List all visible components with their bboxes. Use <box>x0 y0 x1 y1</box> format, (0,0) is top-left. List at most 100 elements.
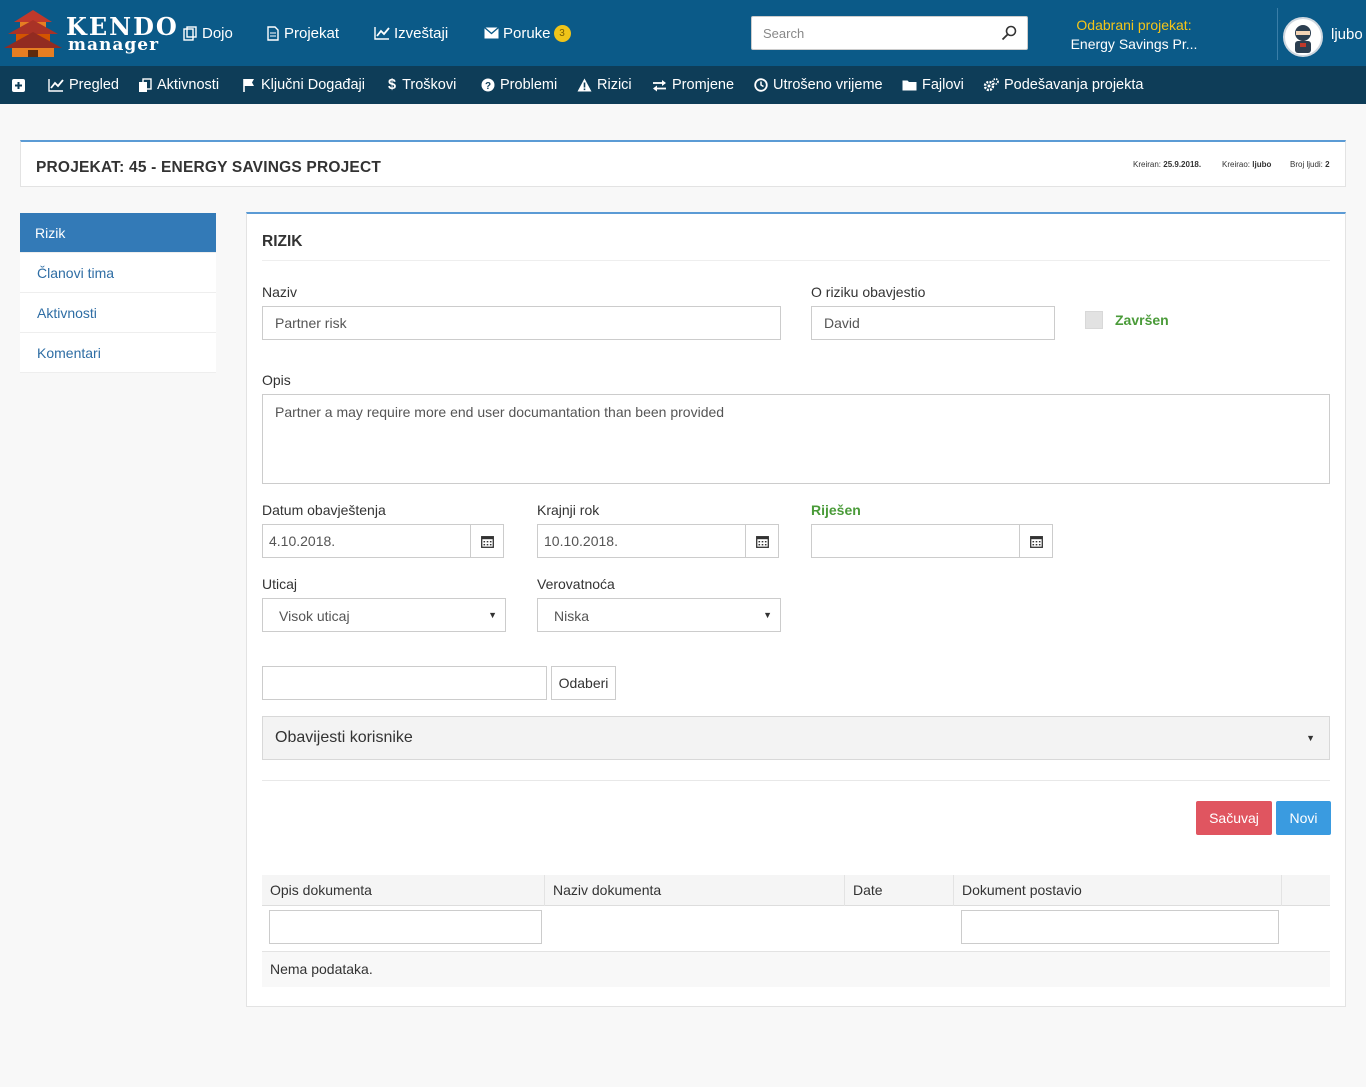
chevron-down-icon: ▼ <box>1306 733 1315 743</box>
rijesen-datepicker[interactable] <box>811 524 1053 558</box>
column-header-naziv-dokumenta[interactable]: Naziv dokumenta <box>545 875 845 906</box>
file-select-input[interactable] <box>262 666 547 700</box>
line-chart-icon <box>48 79 64 92</box>
column-header-dokument-postavio[interactable]: Dokument postavio <box>954 875 1282 906</box>
project-created: Kreiran: 25.9.2018. <box>1133 160 1201 169</box>
reporter-input[interactable] <box>811 306 1055 340</box>
left-menu-clanovi-tima[interactable]: Članovi tima <box>20 253 216 293</box>
nav-projekat-label: Projekat <box>284 24 340 42</box>
zavrsen-checkbox[interactable] <box>1085 311 1103 329</box>
calendar-icon <box>1029 535 1043 548</box>
subnav-kljucni-dogadjaji[interactable]: Ključni Događaji <box>242 66 365 104</box>
verovatnoca-label: Verovatnoća <box>537 576 615 592</box>
filter-opis-input[interactable] <box>269 910 542 944</box>
new-button[interactable]: Novi <box>1276 801 1331 835</box>
chevron-down-icon: ▼ <box>488 610 497 620</box>
subnav-rizici[interactable]: Rizici <box>577 66 632 104</box>
subnav-podesavanja[interactable]: Podešavanja projekta <box>983 66 1143 104</box>
created-label: Kreiran: <box>1133 160 1162 169</box>
people-value: 2 <box>1325 160 1330 169</box>
divider <box>1277 8 1278 60</box>
nav-projekat[interactable]: Projekat <box>266 0 339 66</box>
dollar-icon: $ <box>388 77 397 93</box>
documents-grid: Opis dokumenta Naziv dokumenta Date Doku… <box>262 875 1330 987</box>
divider <box>262 780 1330 781</box>
uticaj-select[interactable]: Visok uticaj ▼ <box>262 598 506 632</box>
nav-dojo-label: Dojo <box>202 24 233 42</box>
user-name[interactable]: ljubo <box>1331 26 1363 43</box>
save-button[interactable]: Sačuvaj <box>1196 801 1272 835</box>
left-menu-rizik[interactable]: Rizik <box>20 213 216 253</box>
subnav-fajlovi-label: Fajlovi <box>922 77 964 93</box>
exchange-icon <box>653 79 666 91</box>
uticaj-label: Uticaj <box>262 576 298 592</box>
cogs-icon <box>983 78 999 92</box>
rok-value[interactable]: 10.10.2018. <box>538 525 745 557</box>
grid-empty-message: Nema podataka. <box>262 952 1330 987</box>
left-menu-komentari[interactable]: Komentari <box>20 333 216 373</box>
form-title: RIZIK <box>262 233 303 250</box>
rijesen-value[interactable] <box>812 525 1019 557</box>
svg-text:?: ? <box>485 81 491 92</box>
subnav-rizici-label: Rizici <box>597 77 632 93</box>
page-title: PROJEKAT: 45 - ENERGY SAVINGS PROJECT <box>36 159 382 176</box>
project-people: Broj ljudi: 2 <box>1290 160 1330 169</box>
add-button[interactable] <box>12 66 30 104</box>
subnav-aktivnosti-label: Aktivnosti <box>157 77 220 93</box>
column-header-date[interactable]: Date <box>845 875 954 906</box>
nav-poruke[interactable]: Poruke 3 <box>484 0 571 66</box>
opis-textarea[interactable]: Partner a may require more end user docu… <box>262 394 1330 484</box>
ninja-avatar-icon <box>1295 25 1311 53</box>
subnav-promjene[interactable]: Promjene <box>652 66 734 104</box>
subnav-podesavanja-label: Podešavanja projekta <box>1004 77 1144 93</box>
opis-label: Opis <box>262 372 291 388</box>
obavijesti-label: Obavijesti korisnike <box>275 729 413 746</box>
verovatnoca-select[interactable]: Niska ▼ <box>537 598 781 632</box>
selected-project-value: Energy Savings Pr... <box>1070 36 1198 52</box>
subnav-pregled[interactable]: Pregled <box>48 66 119 104</box>
search-input[interactable] <box>752 17 992 49</box>
datum-datepicker[interactable]: 4.10.2018. <box>262 524 504 558</box>
rijesen-calendar-button[interactable] <box>1019 525 1052 557</box>
subnav-utroseno-label: Utrošeno vrijeme <box>773 77 883 93</box>
subnav-pregled-label: Pregled <box>69 77 119 93</box>
line-chart-icon <box>374 27 390 40</box>
copy-icon <box>139 77 152 92</box>
search-box <box>751 16 1028 50</box>
subnav-utroseno-vrijeme[interactable]: Utrošeno vrijeme <box>754 66 883 104</box>
left-menu-aktivnosti[interactable]: Aktivnosti <box>20 293 216 333</box>
messages-count-badge: 3 <box>553 24 571 42</box>
nav-izvestaji[interactable]: Izveštaji <box>374 0 448 66</box>
logo-text: KENDO manager <box>66 15 179 55</box>
filter-postavio-input[interactable] <box>961 910 1279 944</box>
avatar[interactable] <box>1283 17 1323 57</box>
plus-square-icon <box>12 78 25 92</box>
subnav-problemi[interactable]: ? Problemi <box>481 66 557 104</box>
nav-dojo[interactable]: Dojo <box>183 0 233 66</box>
datum-value[interactable]: 4.10.2018. <box>263 525 470 557</box>
datum-label: Datum obavještenja <box>262 502 386 518</box>
reporter-label: O riziku obavjestio <box>811 284 926 300</box>
selected-project[interactable]: Odabrani projekat: Energy Savings Pr... <box>1060 16 1208 54</box>
rok-datepicker[interactable]: 10.10.2018. <box>537 524 779 558</box>
app-logo[interactable]: KENDO manager <box>4 8 177 58</box>
rok-calendar-button[interactable] <box>745 525 778 557</box>
obavijesti-korisnike-accordion[interactable]: Obavijesti korisnike ▼ <box>262 716 1330 760</box>
subnav-aktivnosti[interactable]: Aktivnosti <box>138 66 219 104</box>
naziv-label: Naziv <box>262 284 298 300</box>
divider <box>262 260 1330 261</box>
nav-poruke-label: Poruke <box>503 24 551 42</box>
subnav-promjene-label: Promjene <box>672 77 735 93</box>
odaberi-button[interactable]: Odaberi <box>551 666 616 700</box>
zavrsen-label: Završen <box>1115 312 1169 328</box>
naziv-input[interactable] <box>262 306 781 340</box>
risk-form-panel: RIZIK Naziv O riziku obavjestio Završen … <box>246 212 1346 1007</box>
file-icon <box>267 25 279 41</box>
column-header-opis-dokumenta[interactable]: Opis dokumenta <box>262 875 545 906</box>
subnav-fajlovi[interactable]: Fajlovi <box>902 66 964 104</box>
folder-icon <box>902 80 917 91</box>
datum-calendar-button[interactable] <box>470 525 503 557</box>
selected-project-label: Odabrani projekat: <box>1076 17 1192 33</box>
subnav-troskovi[interactable]: $ Troškovi <box>388 66 456 104</box>
search-icon[interactable] <box>1001 25 1017 41</box>
